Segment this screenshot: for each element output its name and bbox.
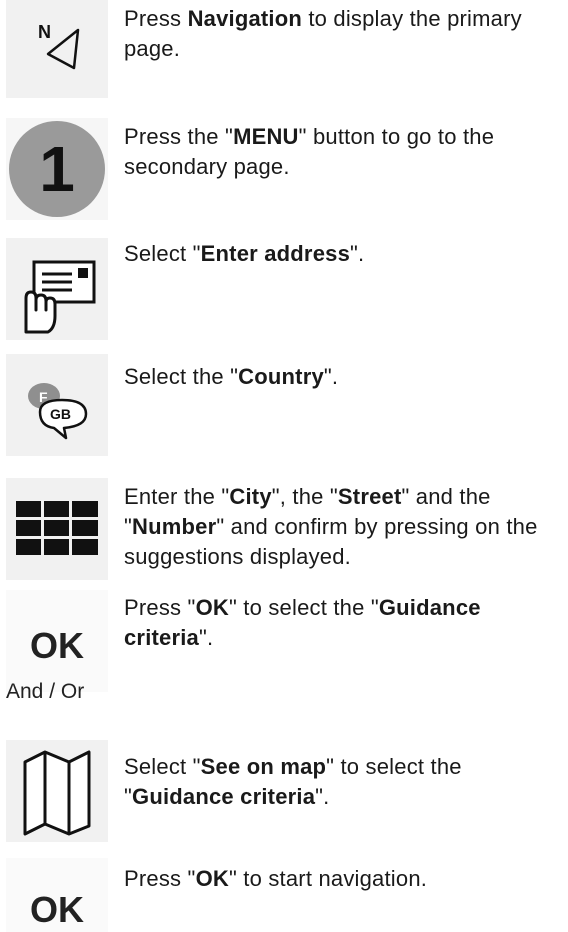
- country-bubble-icon: F GB: [28, 383, 88, 440]
- address-card-hand-icon: [24, 260, 96, 334]
- menu-icon-box: 1: [6, 118, 108, 220]
- ok-icon-box-1: OK: [6, 590, 108, 692]
- step-ok-start-text: Press "OK" to start navigation.: [124, 866, 428, 891]
- ok-icon: OK: [30, 625, 84, 666]
- navigation-icon-box: N: [6, 0, 108, 98]
- step-city-street-number-text: Enter the "City", the "Street" and the "…: [124, 484, 538, 569]
- country-icon-box: F GB: [6, 354, 108, 456]
- step-menu-text: Press the "MENU" button to go to the sec…: [124, 124, 495, 179]
- step-see-on-map-text: Select "See on map" to select the "Guida…: [124, 754, 462, 809]
- keypad-icon-box: [6, 478, 108, 580]
- number-one-icon: 1: [9, 121, 105, 217]
- ok-icon: OK: [30, 889, 84, 930]
- and-or-label: And / Or: [6, 680, 85, 703]
- step-ok-guidance-text: Press "OK" to select the "Guidance crite…: [124, 595, 481, 650]
- see-on-map-keyword: See on map: [200, 754, 327, 779]
- country-main-label: GB: [50, 406, 71, 422]
- navigation-letter: N: [38, 22, 51, 42]
- guidance-criteria-keyword-2: Guidance criteria: [132, 784, 316, 809]
- ok-start-keyword: OK: [195, 866, 229, 891]
- menu-keyword: MENU: [233, 124, 299, 149]
- navigation-arrow-icon: N: [38, 22, 80, 70]
- step-country-text: Select the "Country".: [124, 364, 339, 389]
- city-keyword: City: [229, 484, 272, 509]
- ok-keyword: OK: [195, 595, 229, 620]
- street-keyword: Street: [337, 484, 402, 509]
- step-navigation-text: Press Navigation to display the primary …: [124, 6, 522, 61]
- keypad-grid-icon: [16, 501, 98, 555]
- country-keyword: Country: [238, 364, 324, 389]
- navigation-keyword: Navigation: [187, 6, 303, 31]
- ok-icon-box-2: OK: [6, 858, 108, 932]
- enter-address-icon-box: [6, 238, 108, 340]
- number-keyword: Number: [132, 514, 217, 539]
- enter-address-keyword: Enter address: [200, 241, 350, 266]
- step-enter-address-text: Select "Enter address".: [124, 241, 365, 266]
- map-icon-box: [6, 740, 108, 842]
- map-icon: [23, 750, 91, 836]
